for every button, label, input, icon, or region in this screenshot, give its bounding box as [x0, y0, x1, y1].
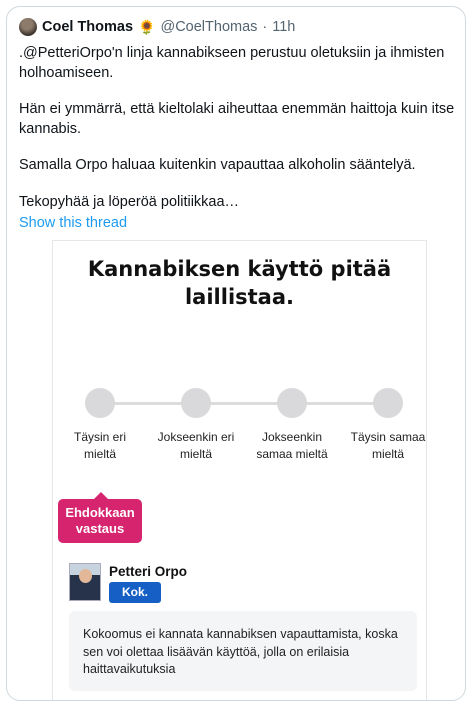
scale-label-1: Täysin eri mieltä	[73, 430, 126, 461]
tweet-paragraph: .@PetteriOrpo'n linja kannabikseen perus…	[19, 45, 445, 81]
tweet-paragraph: Samalla Orpo haluaa kuitenkin vapauttaa …	[19, 157, 416, 173]
scale-label-3: Jokseenkin samaa mieltä	[256, 430, 328, 461]
author-name[interactable]: Coel Thomas	[42, 19, 133, 35]
candidate-answer-badge: Ehdokkaan vastaus	[58, 492, 142, 543]
candidate-answer-text: Kokoomus ei kannata kannabiksen vapautta…	[69, 611, 417, 691]
show-thread-link[interactable]: Show this thread	[19, 214, 127, 234]
attached-image-card[interactable]: Kannabiksen käyttö pitää laillistaa. Täy…	[52, 240, 427, 700]
scale-dot-1[interactable]	[85, 388, 115, 418]
sunflower-emoji-icon: 🌻	[138, 19, 156, 35]
avatar[interactable]	[19, 18, 37, 36]
candidate-photo	[69, 563, 101, 601]
tweet-header: Coel Thomas 🌻 @CoelThomas · 11h	[19, 18, 295, 36]
scale-dot-2[interactable]	[181, 388, 211, 418]
tweet[interactable]: Coel Thomas 🌻 @CoelThomas · 11h .@Petter…	[6, 6, 466, 701]
tweet-text: .@PetteriOrpo'n linja kannabikseen perus…	[19, 44, 459, 234]
scale-label-2: Jokseenkin eri mieltä	[157, 430, 235, 461]
scale-dot-4[interactable]	[373, 388, 403, 418]
card-title: Kannabiksen käyttö pitää laillistaa.	[87, 257, 392, 309]
separator: ·	[262, 19, 268, 35]
scale-line	[93, 402, 383, 405]
tweet-paragraph: Hän ei ymmärrä, että kieltolaki aiheutta…	[19, 101, 455, 137]
tweet-paragraph: Tekopyhää ja löperöä politiikkaa…	[19, 193, 240, 210]
scale-label-4: Täysin samaa mieltä	[350, 430, 426, 461]
candidate-name: Petteri Orpo	[109, 564, 188, 579]
author-handle[interactable]: @CoelThomas	[160, 19, 257, 35]
scale-dot-3[interactable]	[277, 388, 307, 418]
party-badge: Kok.	[109, 582, 161, 603]
timestamp[interactable]: 11h	[272, 19, 295, 35]
